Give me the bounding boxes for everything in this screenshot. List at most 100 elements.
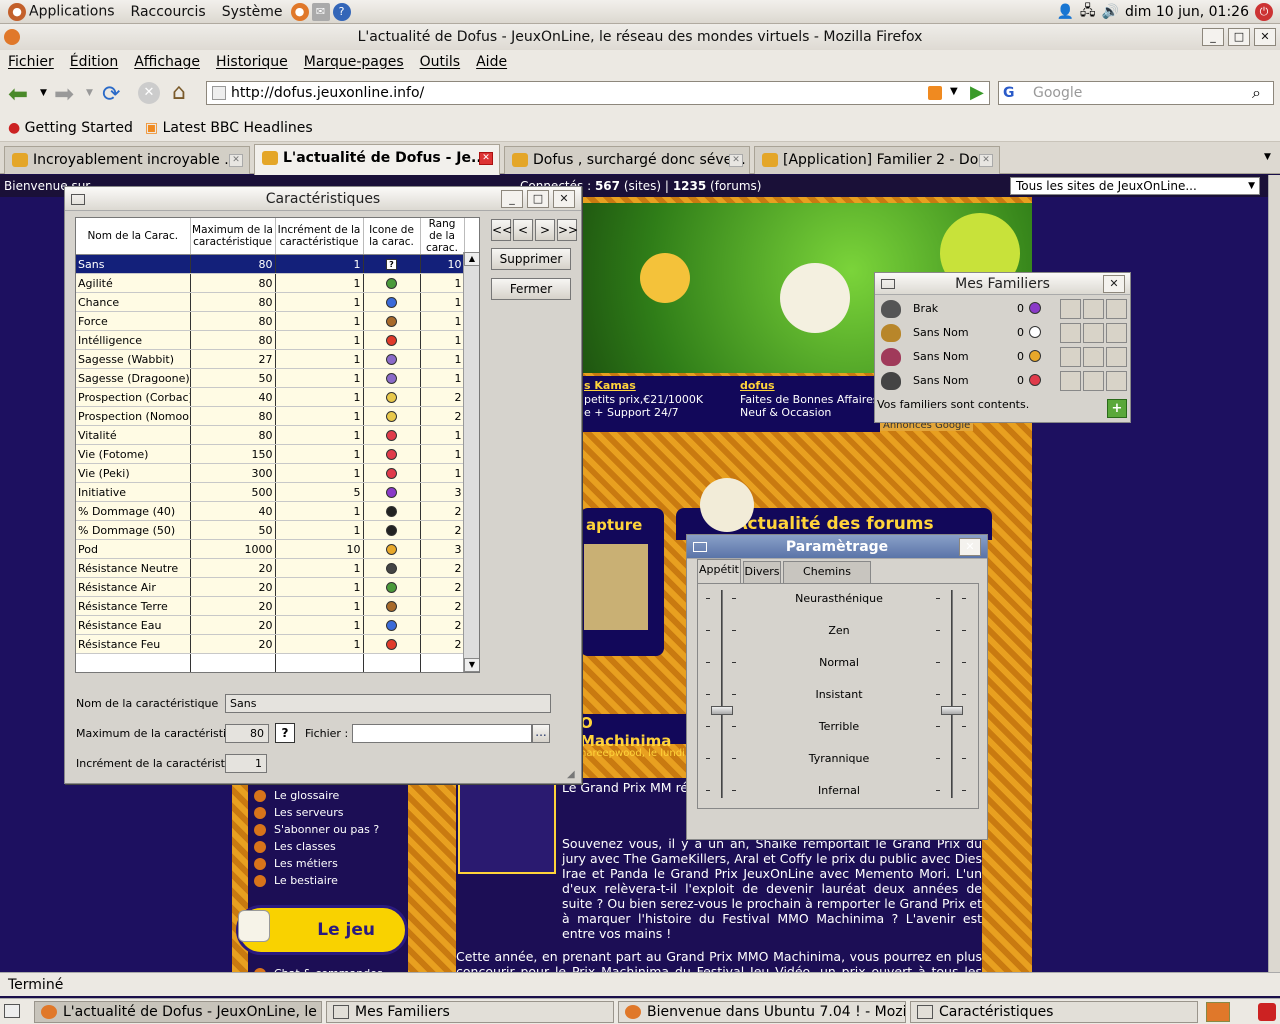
page-scrollbar[interactable] (1268, 175, 1280, 972)
network-icon[interactable]: 🖧 (1080, 0, 1096, 24)
inc-field[interactable]: 1 (225, 754, 267, 773)
column-header-inc[interactable]: Incrément de la caractéristique (275, 218, 364, 255)
minimize-button[interactable]: _ (501, 190, 523, 208)
delete-button[interactable] (1106, 323, 1127, 343)
window-menu-icon[interactable] (881, 279, 895, 289)
help-launcher-icon[interactable]: ? (332, 2, 351, 21)
sites-select[interactable]: Tous les sites de JeuxOnLine... ▼ (1010, 177, 1260, 195)
menu-fichier[interactable]: Fichier (0, 54, 62, 70)
bookmark-bbc-headlines[interactable]: ▣ Latest BBC Headlines (145, 120, 313, 136)
task-ubuntu-welcome[interactable]: Bienvenue dans Ubuntu 7.04 ! - Mozill... (618, 1001, 906, 1023)
panel-clock[interactable]: dim 10 jun, 01:26 (1125, 4, 1249, 20)
tab-incroyablement[interactable]: Incroyablement incroyable ... ✕ (4, 146, 250, 174)
bookmark-getting-started[interactable]: ● Getting Started (8, 120, 133, 136)
table-row[interactable]: Résistance Neutre 20 1 2 (76, 558, 465, 578)
close-button[interactable]: ✕ (1254, 28, 1276, 46)
edit-button[interactable] (1083, 323, 1104, 343)
file-field[interactable] (352, 724, 532, 743)
menu-edition[interactable]: Édition (62, 54, 126, 70)
search-icon[interactable]: ⌕ (1252, 83, 1261, 103)
rss-feed-icon[interactable] (928, 86, 942, 100)
scroll-up-icon[interactable]: ▲ (464, 252, 479, 266)
edit-button[interactable] (1083, 347, 1104, 367)
go-arrow-icon[interactable]: ▶ (970, 82, 984, 103)
column-header-rank[interactable]: Rang de la carac. (420, 218, 465, 255)
column-header-name[interactable]: Nom de la Carac. (76, 218, 191, 255)
firefox-launcher-icon[interactable]: ● (290, 2, 309, 21)
familier-row[interactable]: Brak 0 (879, 298, 1129, 320)
slider-track-right[interactable] (951, 590, 953, 798)
close-tab-icon[interactable]: ✕ (979, 154, 993, 167)
table-row[interactable]: Intélligence 80 1 1 (76, 330, 465, 350)
back-arrow-icon[interactable]: ⬅ (8, 80, 28, 108)
last-record-button[interactable]: >> (557, 219, 578, 241)
sidebar-item-bestiaire[interactable]: Le bestiaire (254, 874, 338, 887)
delete-button[interactable] (1106, 371, 1127, 391)
menu-marque-pages[interactable]: Marque-pages (296, 54, 412, 70)
familier-row[interactable]: Sans Nom 0 (879, 370, 1129, 392)
feed-button[interactable] (1060, 299, 1081, 319)
slider-track-left[interactable] (721, 590, 723, 798)
tab-familier-2[interactable]: [Application] Familier 2 - Do... ✕ (754, 146, 1000, 174)
close-button[interactable]: ✕ (1103, 275, 1125, 293)
task-firefox[interactable]: L'actualité de Dofus - JeuxOnLine, le r.… (34, 1001, 322, 1023)
ad-kamas-link[interactable]: s Kamas (584, 379, 636, 392)
table-row[interactable]: % Dommage (40) 40 1 2 (76, 501, 465, 521)
parametrage-titlebar[interactable]: Paramètrage ✕ (687, 535, 987, 559)
max-field[interactable]: 80 (225, 724, 269, 743)
task-familiers[interactable]: Mes Familiers (326, 1001, 614, 1023)
fermer-button[interactable]: Fermer (491, 278, 571, 300)
maximize-button[interactable]: □ (527, 190, 549, 208)
resize-grip-icon[interactable]: ◢ (567, 769, 575, 780)
edit-button[interactable] (1083, 299, 1104, 319)
tab-chemins[interactable]: Chemins d'accès (783, 561, 871, 598)
feed-button[interactable] (1060, 347, 1081, 367)
forward-arrow-icon[interactable]: ➡ (54, 80, 74, 108)
google-engine-icon[interactable]: G (1003, 85, 1015, 101)
back-dropdown-icon[interactable]: ▼ (40, 88, 47, 98)
icon-picker-button[interactable]: ? (275, 723, 295, 743)
table-row[interactable]: Vie (Fotome) 150 1 1 (76, 444, 465, 464)
caracteristiques-titlebar[interactable]: Caractéristiques _ □ ✕ (65, 187, 581, 211)
table-row[interactable]: Pod 1000 10 3 (76, 539, 465, 559)
column-header-icon[interactable]: Icone de la carac. (363, 218, 421, 255)
scroll-down-icon[interactable]: ▼ (464, 658, 479, 672)
table-row[interactable]: Agilité 80 1 1 (76, 273, 465, 293)
familier-row[interactable]: Sans Nom 0 (879, 346, 1129, 368)
systeme-menu[interactable]: Système (214, 4, 291, 20)
close-tab-icon[interactable]: ✕ (229, 154, 243, 167)
raccourcis-menu[interactable]: Raccourcis (123, 4, 214, 20)
url-input[interactable]: http://dofus.jeuxonline.info/ (206, 81, 990, 105)
edit-button[interactable] (1083, 371, 1104, 391)
table-row[interactable]: Force 80 1 1 (76, 311, 465, 331)
table-scrollbar[interactable]: ▲ ▼ (463, 252, 479, 672)
prev-record-button[interactable]: < (513, 219, 533, 241)
sidebar-item-glossaire[interactable]: Le glossaire (253, 789, 339, 802)
familier-row[interactable]: Sans Nom 0 (879, 322, 1129, 344)
first-record-button[interactable]: << (491, 219, 512, 241)
window-menu-icon[interactable] (693, 542, 707, 552)
mmo-machinima-title[interactable]: O Machinima (580, 714, 688, 750)
task-caracteristiques[interactable]: Caractéristiques (910, 1001, 1198, 1023)
stop-icon[interactable]: ✕ (138, 82, 160, 104)
table-row[interactable]: Sagesse (Dragoone) 50 1 1 (76, 368, 465, 388)
table-row[interactable]: Vitalité 80 1 1 (76, 425, 465, 445)
table-row[interactable]: Prospection (Nomoon) 80 1 2 (76, 406, 465, 426)
close-tab-icon[interactable]: ✕ (479, 152, 493, 165)
name-field[interactable]: Sans (225, 694, 551, 713)
tab-appetit[interactable]: Appétit (697, 559, 741, 584)
delete-button[interactable] (1106, 299, 1127, 319)
close-button[interactable]: ✕ (959, 538, 981, 556)
tab-dofus-surcharge[interactable]: Dofus , surchargé donc séve... ✕ (504, 146, 750, 174)
table-row[interactable]: Initiative 500 5 3 (76, 482, 465, 502)
table-row[interactable]: Résistance Eau 20 1 2 (76, 615, 465, 635)
forward-dropdown-icon[interactable]: ▼ (86, 88, 93, 98)
tab-list-icon[interactable]: ▼ (1264, 152, 1271, 162)
mail-launcher-icon[interactable]: ✉ (311, 2, 330, 21)
tab-actualite-dofus[interactable]: L'actualité de Dofus - Je... ✕ (254, 144, 500, 175)
sidebar-item-classes[interactable]: Les classes (254, 840, 336, 853)
table-row[interactable]: Résistance Air 20 1 2 (76, 577, 465, 597)
familiers-titlebar[interactable]: Mes Familiers ✕ (875, 273, 1130, 295)
shutdown-icon[interactable]: ⏻ (1255, 3, 1273, 21)
column-header-max[interactable]: Maximum de la caractéristique (190, 218, 276, 255)
